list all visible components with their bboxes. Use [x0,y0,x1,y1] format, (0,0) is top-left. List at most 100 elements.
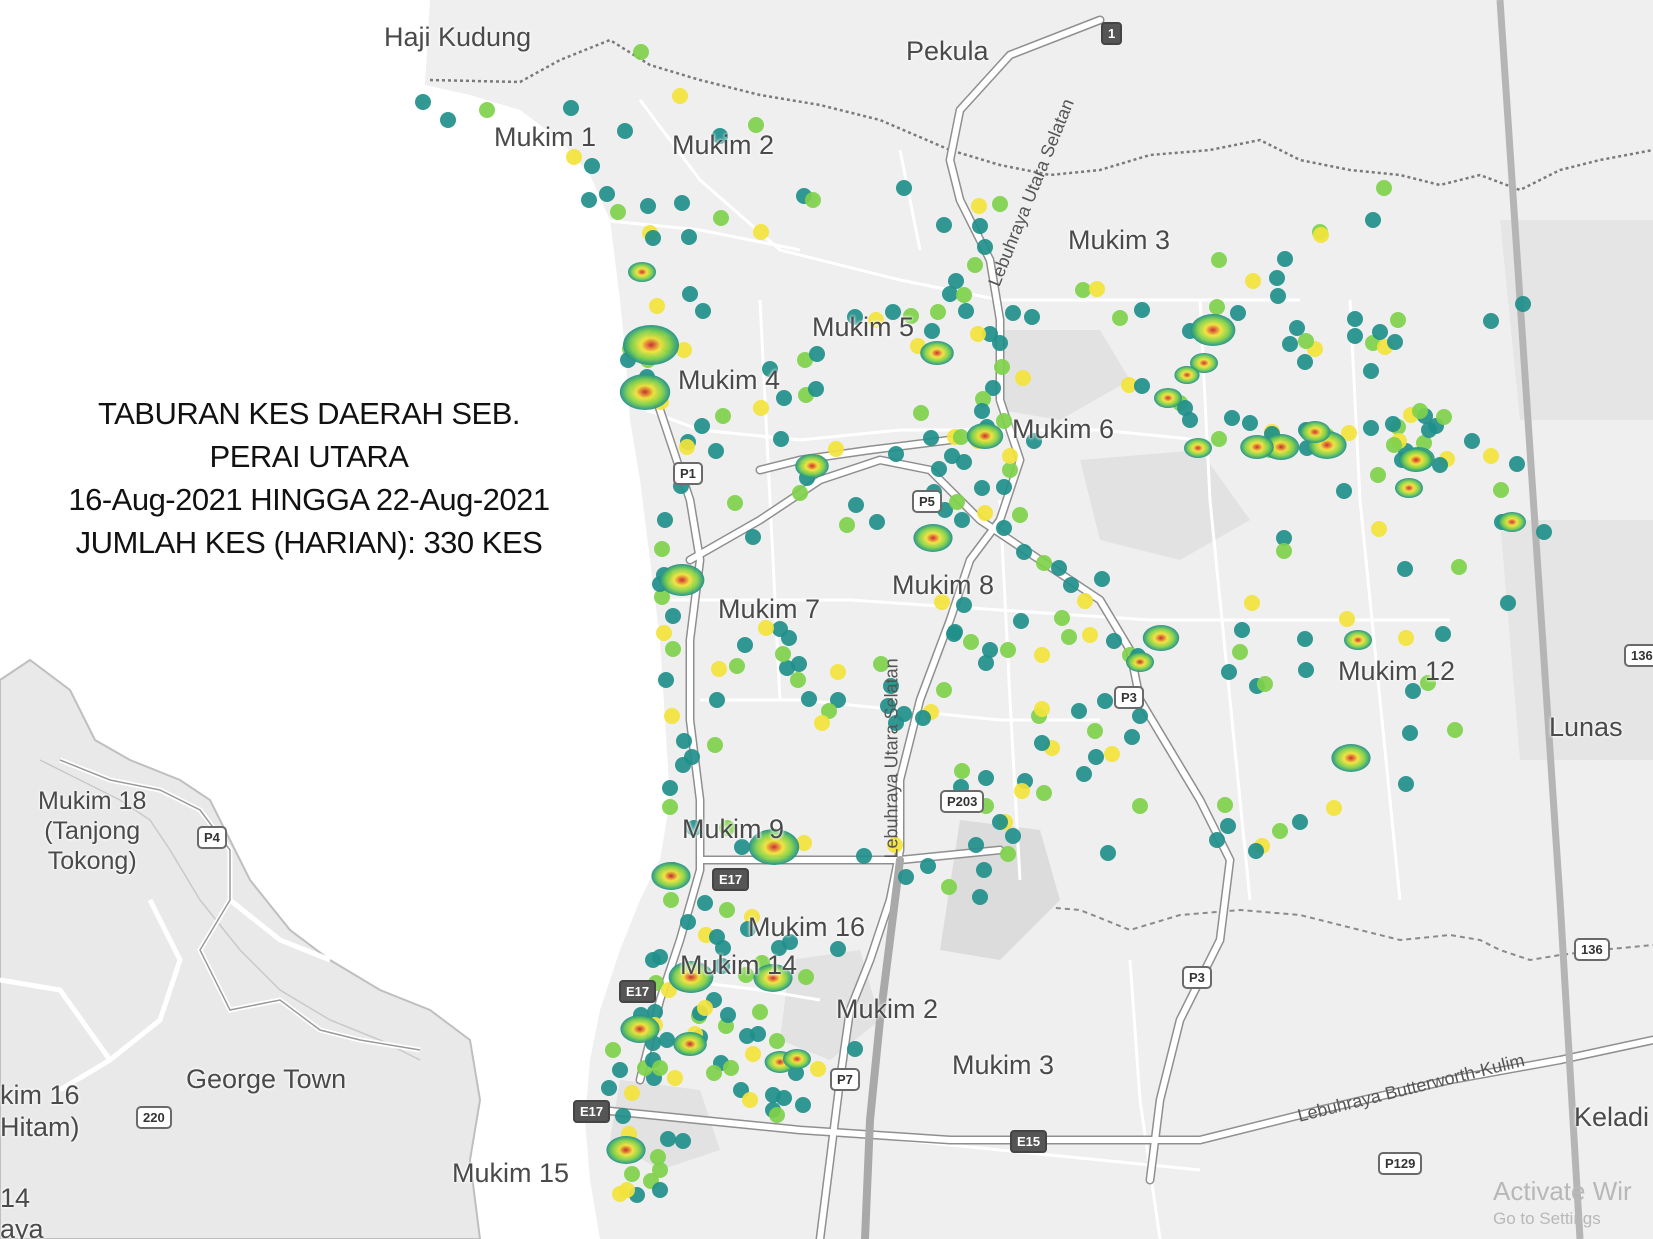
case-point [1451,559,1467,575]
case-point [1077,593,1093,609]
place-label-tokong: Tokong) [47,847,137,875]
case-point [1209,832,1225,848]
place-label-mukim-9: Mukim 9 [682,814,785,844]
case-point [1336,483,1352,499]
title-line-2: PERAI UTARA [209,439,409,474]
case-point [810,1061,826,1077]
case-point [830,664,846,680]
case-point [1232,644,1248,660]
case-point [617,123,633,139]
case-point [1509,456,1525,472]
case-point [601,1080,617,1096]
case-hotspot [783,1049,811,1069]
place-label-lunas: Lunas [1549,712,1623,742]
place-label-mukim-16: Mukim 16 [748,912,866,942]
road-shield-220: 220 [136,1106,172,1129]
case-point [1014,783,1030,799]
case-point [1051,560,1067,576]
case-point [954,512,970,528]
case-point [977,505,993,521]
place-label-mukim-3-north: Mukim 3 [1068,225,1171,255]
case-point [828,441,844,457]
case-point [654,541,670,557]
case-point [624,1085,640,1101]
case-hotspot [1331,744,1371,772]
case-point [681,229,697,245]
case-point [996,520,1012,536]
case-point [1386,437,1402,453]
case-point [869,514,885,530]
case-point [709,929,725,945]
case-point [1005,305,1021,321]
case-point [624,1166,640,1182]
case-point [676,733,692,749]
case-point [1209,299,1225,315]
case-point [1536,524,1552,540]
case-hotspot [606,1136,646,1164]
case-point [1063,577,1079,593]
case-point [1292,814,1308,830]
road-shield-e15: E15 [1010,1130,1048,1153]
case-point [652,1162,668,1178]
case-point [707,737,723,753]
case-point [1412,403,1428,419]
case-point [1134,302,1150,318]
case-point [963,634,979,650]
title-line-4: JUMLAH KES (HARIAN): 330 KES [75,525,543,560]
case-point [1371,521,1387,537]
case-point [599,186,615,202]
case-point [727,495,743,511]
case-point [1024,309,1040,325]
case-point [848,497,864,513]
case-point [779,660,795,676]
case-point [830,941,846,957]
case-point [1402,725,1418,741]
case-point [1244,595,1260,611]
case-point [978,770,994,786]
case-point [1245,273,1261,289]
case-point [967,257,983,273]
case-point [723,1060,739,1076]
case-point [956,454,972,470]
case-point [1088,749,1104,765]
case-point [1298,662,1314,678]
case-point [792,485,808,501]
case-point [994,359,1010,375]
case-point [805,192,821,208]
case-point [972,889,988,905]
case-point [1132,798,1148,814]
case-point [680,914,696,930]
case-point [1134,378,1150,394]
case-point [633,44,649,60]
case-point [913,405,929,421]
case-point [584,158,600,174]
case-point [1075,282,1091,298]
case-point [1002,448,1018,464]
case-point [949,494,965,510]
case-point [1464,433,1480,449]
watermark-line-1: Activate Wir [1493,1176,1632,1206]
case-point [1234,622,1250,638]
case-hotspot [659,564,705,596]
case-point [1347,328,1363,344]
case-point [706,1065,722,1081]
place-label-kim-16: kim 16 [0,1080,80,1110]
case-point [563,100,579,116]
road-shield-p1: P1 [673,462,703,485]
case-point [1054,610,1070,626]
case-hotspot [1190,314,1236,346]
road-shield-e17-c: E17 [573,1100,611,1123]
case-point [1061,629,1077,645]
case-point [715,408,731,424]
case-point [941,879,957,895]
case-hotspot [628,262,656,282]
map-canvas[interactable]: Haji Kudung Pekula Mukim 1 Mukim 2 Mukim… [0,0,1653,1239]
case-point [974,480,990,496]
case-hotspot [1344,630,1372,650]
case-point [1257,676,1273,692]
case-point [605,1042,621,1058]
case-hotspot [920,341,954,365]
case-point [1326,800,1342,816]
place-label-mukim-15: Mukim 15 [452,1158,570,1188]
case-point [974,403,990,419]
